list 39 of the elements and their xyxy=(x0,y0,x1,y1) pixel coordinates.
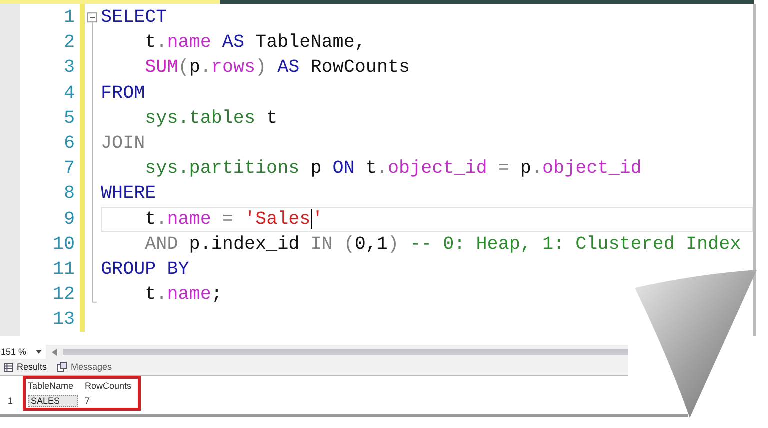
table-cell: SALES xyxy=(28,394,78,406)
code-line: sys.tables t xyxy=(144,108,278,129)
line-number: 1 xyxy=(62,6,75,30)
grid-icon xyxy=(4,362,13,372)
code-line: sys.partitions p ON t.object_id = p.object_id xyxy=(144,158,642,180)
document-icon xyxy=(57,362,68,372)
line-number: 8 xyxy=(62,182,75,206)
column-header: RowCounts xyxy=(85,380,133,390)
line-number: 10 xyxy=(52,232,75,257)
code-line: SUM(p.rows) AS RowCounts xyxy=(144,57,410,78)
code-line: AND p.index_id IN (0,1) -- 0: Heap, 1: Clustered Index xyxy=(144,234,742,255)
code-line: WHERE xyxy=(101,183,156,204)
line-number: 13 xyxy=(52,308,75,332)
code-line: t.name; xyxy=(144,284,222,306)
table-cell-text: 7 xyxy=(85,396,92,406)
code-line: GROUP BY xyxy=(101,258,190,280)
line-number: 7 xyxy=(62,157,75,182)
line-number: 2 xyxy=(62,31,75,56)
line-number: 12 xyxy=(52,283,75,308)
zoom-dropdown[interactable]: 151 % xyxy=(0,345,46,359)
code-line: t.name AS TableName, xyxy=(144,32,366,54)
collapse-icon[interactable] xyxy=(88,12,98,23)
line-number: 4 xyxy=(62,82,75,106)
code-line: JOIN xyxy=(101,133,146,154)
code-line: SELECT xyxy=(101,7,168,28)
line-number: 11 xyxy=(52,258,75,282)
code-line: FROM xyxy=(101,82,146,104)
caret-icon xyxy=(36,350,42,354)
line-number: 9 xyxy=(62,208,75,232)
line-number: 3 xyxy=(62,56,75,80)
result-tab[interactable]: Results xyxy=(4,362,48,372)
scrollbar[interactable] xyxy=(62,349,628,355)
scroll-left-icon[interactable] xyxy=(52,348,57,356)
row-number: 1 xyxy=(7,396,14,406)
line-number: 5 xyxy=(62,106,75,131)
line-number: 6 xyxy=(62,132,75,156)
result-tab[interactable]: Messages xyxy=(57,362,112,372)
column-header: TableName xyxy=(28,380,75,390)
code-line: t.name = 'Sales' xyxy=(144,208,324,230)
